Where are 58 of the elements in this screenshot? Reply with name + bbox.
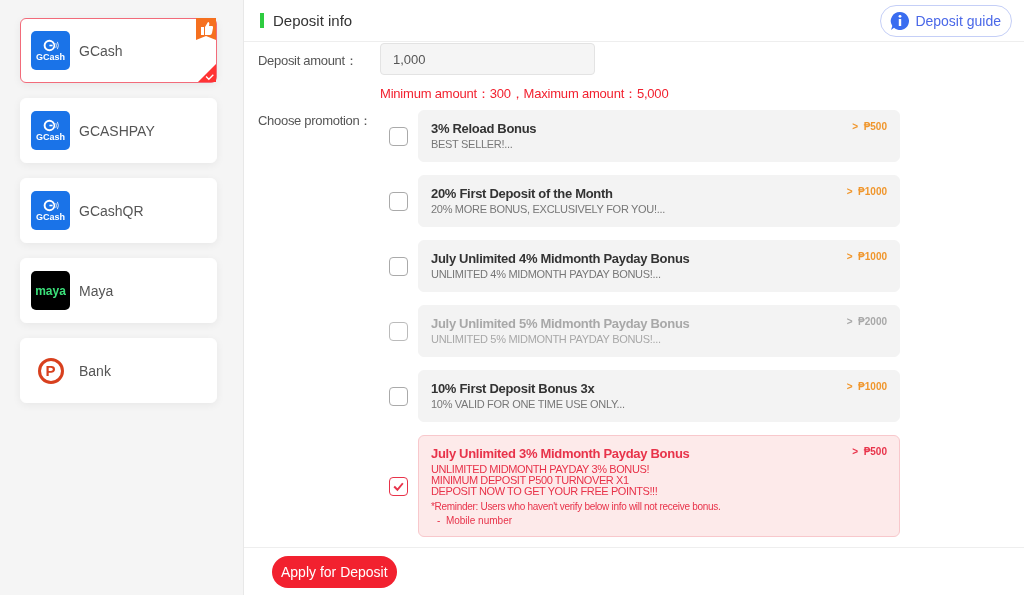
promotion-detail: MINIMUM DEPOSIT P500 TURNOVER X1 — [431, 475, 630, 486]
amount-limits-text: Minimum amount：300，Maximum amount：5,000 — [380, 85, 669, 103]
deposit-amount-field[interactable]: 1,000 — [380, 43, 595, 75]
field-label: Deposit amount： — [258, 52, 359, 70]
promotion-checkbox[interactable] — [389, 386, 408, 406]
promotion-card[interactable]: 10% First Deposit Bonus 3x > ₱1000 10% VALID FOR ONE TIME USE ONLY... — [418, 370, 900, 422]
minimum-deposit-text: > ₱2000 — [846, 316, 887, 329]
promotion-title: July Unlimited 3% Midmonth Payday Bonus — [431, 446, 690, 461]
payment-method-card[interactable]: GCash GCASHPAY — [20, 98, 217, 163]
reminder-text: *Reminder: Users who haven't verify below info will not receive bonus. — [431, 501, 722, 512]
promotion-checkbox[interactable] — [389, 256, 408, 276]
g-signal-icon — [42, 199, 59, 212]
promotion-checkbox[interactable] — [389, 476, 408, 496]
method-name: GCash — [79, 42, 123, 59]
promotion-summary: 10% VALID FOR ONE TIME USE ONLY... — [431, 398, 626, 410]
apply-for-deposit-button[interactable]: Apply for Deposit — [272, 555, 397, 588]
requirement-item: - Mobile number — [436, 515, 514, 526]
promotion-title: 3% Reload Bonus — [431, 121, 537, 136]
minimum-deposit-text: > ₱1000 — [846, 186, 887, 199]
promotion-card[interactable]: 3% Reload Bonus > ₱500 BEST SELLER!... — [418, 110, 900, 162]
promotion-checkbox[interactable] — [389, 191, 408, 211]
method-name: Maya — [79, 282, 114, 299]
method-name: GCASHPAY — [79, 122, 155, 139]
g-signal-icon — [42, 119, 59, 132]
promotion-detail: DEPOSIT NOW TO GET YOUR FREE POINTS!!! — [431, 486, 659, 497]
promotion-detail: UNLIMITED MIDMONTH PAYDAY 3% BONUS! — [431, 464, 651, 475]
promotion-summary: BEST SELLER!... — [431, 138, 514, 150]
wallet-logo: GCash — [31, 31, 70, 70]
promotion-title: July Unlimited 4% Midmonth Payday Bonus — [431, 251, 690, 266]
minimum-deposit-text: > ₱500 — [852, 121, 887, 134]
payment-method-card[interactable]: GCash GCash — [20, 18, 217, 83]
minimum-deposit-text: > ₱1000 — [846, 251, 887, 264]
section-title: Deposit info — [273, 12, 354, 29]
payment-method-card[interactable]: GCash GCashQR — [20, 178, 217, 243]
promotion-card[interactable] — [418, 435, 900, 537]
minimum-deposit-text: > ₱1000 — [846, 381, 887, 394]
field-label: Choose promotion： — [258, 112, 374, 130]
promotion-summary: 20% MORE BONUS, EXCLUSIVELY FOR YOU!... — [431, 203, 667, 215]
wallet-logo: maya — [31, 271, 70, 310]
promotion-summary: UNLIMITED 4% MIDMONTH PAYDAY BONUS!... — [431, 268, 662, 280]
promotion-title: July Unlimited 5% Midmonth Payday Bonus — [431, 316, 690, 331]
promotion-card[interactable]: July Unlimited 4% Midmonth Payday Bonus > ₱1000 UNLIMITED 4% MIDMONTH PAYDAY BONUS!... — [418, 240, 900, 292]
deposit-guide-button[interactable]: Deposit guide — [880, 4, 1012, 37]
promotion-checkbox[interactable] — [389, 126, 408, 146]
payment-method-card[interactable]: P Bank — [20, 338, 217, 403]
wallet-logo: GCash — [31, 111, 70, 150]
promotion-title: 20% First Deposit of the Month — [431, 186, 613, 201]
promotion-title: 10% First Deposit Bonus 3x — [431, 381, 595, 396]
minimum-deposit-text: > ₱500 — [852, 446, 887, 459]
g-signal-icon — [42, 39, 59, 52]
promotion-card[interactable]: 20% First Deposit of the Month > ₱1000 20% MORE BONUS, EXCLUSIVELY FOR YOU!... — [418, 175, 900, 227]
payment-method-card[interactable]: maya Maya — [20, 258, 217, 323]
method-name: Bank — [79, 362, 111, 379]
selected-corner-icon — [198, 64, 216, 82]
wallet-logo: GCash — [31, 191, 70, 230]
info-icon — [890, 10, 911, 31]
promotion-summary: UNLIMITED 5% MIDMONTH PAYDAY BONUS!... — [431, 333, 662, 345]
method-name: GCashQR — [79, 202, 144, 219]
